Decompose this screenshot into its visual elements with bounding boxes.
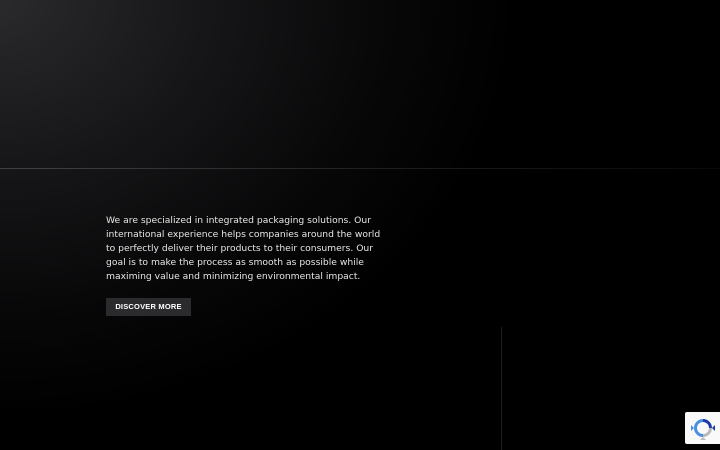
recaptcha-icon — [690, 419, 715, 440]
hero-background — [0, 0, 720, 168]
recaptcha-badge[interactable] — [685, 412, 720, 444]
section-divider — [0, 168, 720, 169]
page: We are specialized in integrated packagi… — [0, 0, 720, 450]
discover-more-button[interactable]: DISCOVER MORE — [106, 298, 191, 316]
intro-paragraph: We are specialized in integrated packagi… — [106, 215, 381, 282]
vertical-divider — [501, 327, 502, 450]
